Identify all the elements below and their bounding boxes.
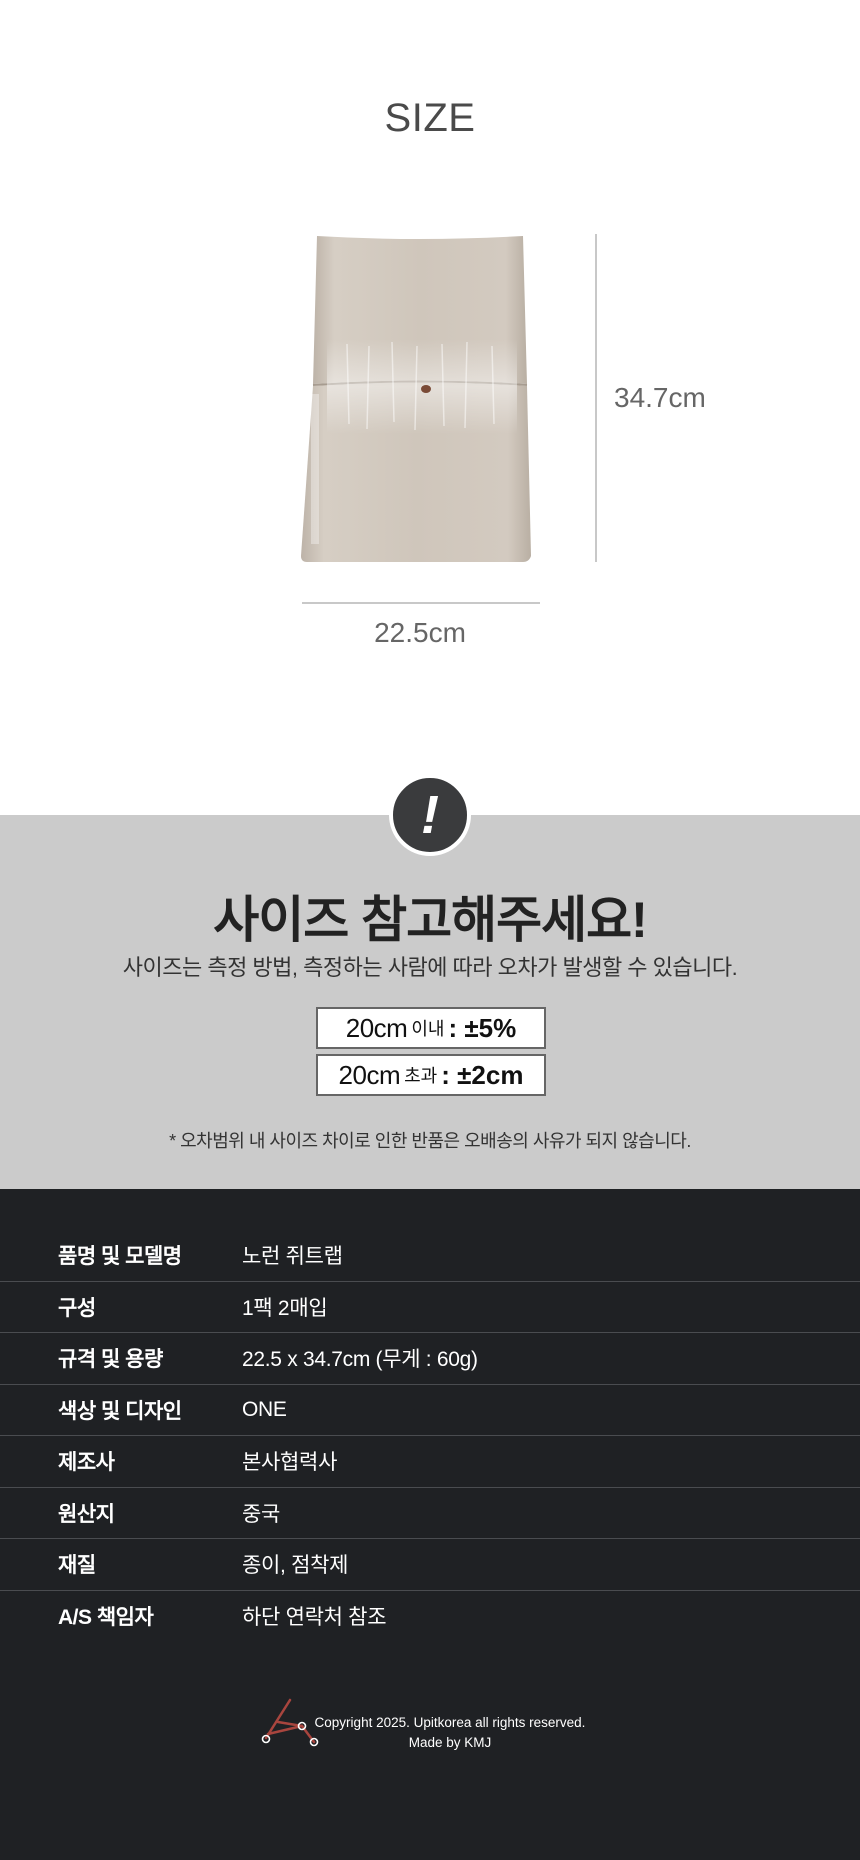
footer-copyright: Copyright 2025. Upitkorea all rights res… <box>314 1715 586 1730</box>
tolerance-box-within: 20cm 이내 : ±5% <box>316 1007 546 1049</box>
spec-value: 중국 <box>242 1502 281 1526</box>
spec-label: 원산지 <box>58 1502 115 1526</box>
tolerance-box-over: 20cm 초과 : ±2cm <box>316 1054 546 1096</box>
spec-row: 규격 및 용량 22.5 x 34.7cm (무게 : 60g) <box>0 1333 860 1385</box>
spec-row: 색상 및 디자인 ONE <box>0 1385 860 1436</box>
height-label: 34.7cm <box>614 382 706 413</box>
footer-made-by: Made by KMJ <box>408 1735 492 1750</box>
height-dimension-line <box>595 234 597 562</box>
tolerance-colon: : <box>441 1059 458 1090</box>
spec-value: 본사협력사 <box>242 1451 338 1475</box>
notice-note: * 오차범위 내 사이즈 차이로 인한 반품은 오배송의 사유가 되지 않습니다… <box>169 1131 691 1151</box>
spec-label: 색상 및 디자인 <box>58 1399 182 1423</box>
spec-value: 종이, 점착제 <box>242 1554 349 1578</box>
spec-table: 품명 및 모델명 노런 쥐트랩 구성 1팩 2매입 규격 및 용량 22.5 x… <box>0 1230 860 1642</box>
notice-title: 사이즈 참고해주세요! <box>213 892 648 948</box>
tolerance-range: 20cm <box>345 1012 408 1043</box>
product-image <box>301 236 531 562</box>
width-label: 22.5cm <box>374 617 466 648</box>
spec-value: ONE <box>242 1397 287 1421</box>
spec-row: A/S 책임자 하단 연락처 참조 <box>0 1591 860 1643</box>
tolerance-value: ±2cm <box>457 1059 524 1090</box>
tolerance-qualifier: 이내 <box>411 1019 445 1039</box>
footer-text: Copyright 2025. Upitkorea all rights res… <box>300 1713 600 1753</box>
spec-row: 원산지 중국 <box>0 1488 860 1539</box>
spec-value: 22.5 x 34.7cm (무게 : 60g) <box>242 1348 478 1372</box>
size-title: SIZE <box>384 96 476 140</box>
spec-label: A/S 책임자 <box>58 1606 154 1630</box>
spec-row: 품명 및 모델명 노런 쥐트랩 <box>0 1230 860 1282</box>
spec-value: 1팩 2매입 <box>242 1296 328 1320</box>
tolerance-range: 20cm <box>338 1059 401 1090</box>
spec-label: 제조사 <box>58 1451 115 1475</box>
exclamation-icon: ! <box>389 774 471 856</box>
tolerance-qualifier: 초과 <box>404 1066 438 1086</box>
spec-row: 구성 1팩 2매입 <box>0 1282 860 1333</box>
spec-label: 품명 및 모델명 <box>58 1245 182 1269</box>
tolerance-value: ±5% <box>464 1012 517 1043</box>
spec-label: 구성 <box>58 1296 96 1320</box>
spec-row: 제조사 본사협력사 <box>0 1436 860 1488</box>
spec-row: 재질 종이, 점착제 <box>0 1539 860 1591</box>
spec-value: 하단 연락처 참조 <box>242 1606 387 1630</box>
notice-description: 사이즈는 측정 방법, 측정하는 사람에 따라 오차가 발생할 수 있습니다. <box>122 955 738 980</box>
spec-value: 노런 쥐트랩 <box>242 1245 343 1269</box>
width-dimension-line <box>302 602 540 604</box>
tolerance-colon: : <box>448 1012 465 1043</box>
spec-label: 규격 및 용량 <box>58 1348 163 1372</box>
spec-label: 재질 <box>58 1554 96 1578</box>
size-section: SIZE 34.7cm 22.5cm <box>0 0 860 815</box>
